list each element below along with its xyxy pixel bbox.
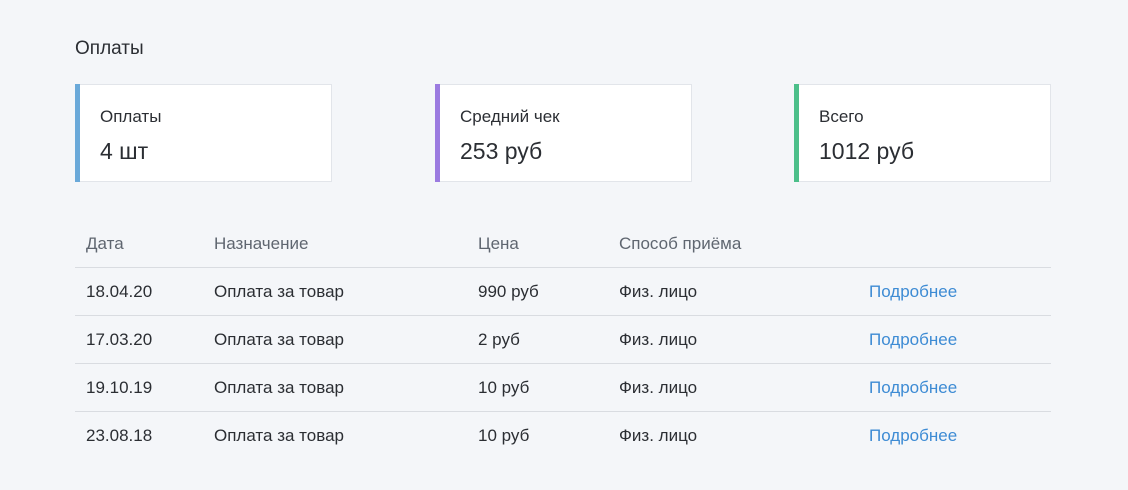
cell-purpose: Оплата за товар: [214, 426, 344, 445]
details-link[interactable]: Подробнее: [869, 426, 957, 446]
cell-price: 10 руб: [478, 426, 530, 445]
card-accent-bar: [75, 84, 80, 182]
cell-method: Физ. лицо: [619, 378, 698, 397]
card-payments-count: Оплаты 4 шт: [75, 84, 332, 182]
cell-purpose: Оплата за товар: [214, 282, 344, 301]
cell-method: Физ. лицо: [619, 426, 698, 445]
card-label: Оплаты: [100, 107, 162, 126]
details-link[interactable]: Подробнее: [869, 282, 957, 302]
card-accent-bar: [794, 84, 799, 182]
table-row: 19.10.19 Оплата за товар 10 руб Физ. лиц…: [75, 364, 1051, 412]
cell-price: 10 руб: [478, 378, 530, 397]
cell-price: 2 руб: [478, 330, 520, 349]
cell-purpose: Оплата за товар: [214, 378, 344, 397]
card-label: Средний чек: [460, 107, 560, 126]
cell-method: Физ. лицо: [619, 330, 698, 349]
table-header: Дата Назначение Цена Способ приёма: [75, 220, 1051, 268]
card-label: Всего: [819, 107, 864, 126]
page-title: Оплаты: [75, 38, 144, 59]
cell-date: 18.04.20: [86, 282, 153, 301]
card-value: 253 руб: [460, 138, 543, 164]
card-accent-bar: [435, 84, 440, 182]
summary-cards: Оплаты 4 шт Средний чек 253 руб Всего 10…: [75, 84, 1051, 182]
table-row: 18.04.20 Оплата за товар 990 руб Физ. ли…: [75, 268, 1051, 316]
card-value: 1012 руб: [819, 138, 915, 164]
cell-purpose: Оплата за товар: [214, 330, 344, 349]
table-row: 17.03.20 Оплата за товар 2 руб Физ. лицо…: [75, 316, 1051, 364]
payments-table: Дата Назначение Цена Способ приёма 18.04…: [75, 220, 1051, 459]
card-value: 4 шт: [100, 138, 149, 164]
cell-price: 990 руб: [478, 282, 539, 301]
cell-method: Физ. лицо: [619, 282, 698, 301]
details-link[interactable]: Подробнее: [869, 378, 957, 398]
details-link[interactable]: Подробнее: [869, 330, 957, 350]
cell-date: 19.10.19: [86, 378, 153, 397]
header-purpose: Назначение: [214, 234, 309, 253]
cell-date: 17.03.20: [86, 330, 153, 349]
card-average-check: Средний чек 253 руб: [435, 84, 692, 182]
table-row: 23.08.18 Оплата за товар 10 руб Физ. лиц…: [75, 412, 1051, 459]
header-date: Дата: [86, 234, 124, 253]
header-method: Способ приёма: [619, 234, 742, 253]
cell-date: 23.08.18: [86, 426, 153, 445]
card-total: Всего 1012 руб: [794, 84, 1051, 182]
header-price: Цена: [478, 234, 519, 253]
